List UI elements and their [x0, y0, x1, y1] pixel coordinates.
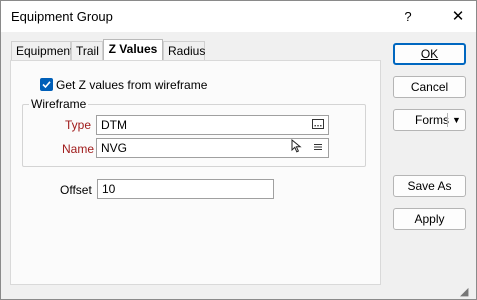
tab-equipment[interactable]: Equipment — [11, 41, 73, 60]
name-value: NVG — [101, 141, 128, 155]
tab-trail[interactable]: Trail — [71, 41, 103, 60]
equipment-group-dialog: Equipment Group ? ✕ Equipment Trail Z Va… — [0, 0, 477, 300]
resize-grip-icon[interactable]: ◢ — [460, 285, 468, 298]
chevron-down-icon[interactable]: ▼ — [452, 110, 461, 130]
save-as-button[interactable]: Save As — [393, 175, 466, 197]
save-as-button-label: Save As — [407, 179, 452, 193]
tab-radius[interactable]: Radius — [163, 41, 205, 60]
list-icon[interactable] — [311, 139, 325, 157]
cursor-pick-icon[interactable] — [290, 138, 304, 157]
name-field[interactable]: NVG — [96, 138, 329, 158]
close-button[interactable]: ✕ — [441, 1, 475, 32]
ok-button[interactable]: OK — [393, 43, 466, 65]
split-separator — [447, 113, 448, 127]
offset-label: Offset — [60, 183, 92, 197]
title-bar: Equipment Group ? ✕ — [1, 1, 476, 33]
tab-z-values[interactable]: Z Values — [103, 39, 163, 60]
get-z-from-wireframe-label: Get Z values from wireframe — [56, 78, 208, 92]
ellipsis-icon[interactable] — [311, 116, 325, 134]
forms-button-label: Forms — [415, 113, 449, 127]
name-label: Name — [62, 142, 95, 156]
cancel-button[interactable]: Cancel — [393, 76, 466, 98]
cancel-button-label: Cancel — [410, 80, 449, 94]
ok-button-label: OK — [420, 47, 439, 61]
checkmark-icon — [42, 81, 51, 89]
get-z-from-wireframe-checkbox[interactable] — [40, 78, 53, 91]
type-label: Type — [65, 118, 92, 132]
offset-value: 10 — [102, 182, 116, 196]
apply-button[interactable]: Apply — [393, 208, 466, 230]
forms-split-button[interactable]: Forms ▼ — [393, 109, 466, 131]
type-value: DTM — [101, 118, 127, 132]
help-button[interactable]: ? — [393, 1, 423, 32]
offset-field[interactable]: 10 — [97, 179, 274, 199]
apply-button-label: Apply — [414, 212, 445, 226]
z-values-panel — [10, 60, 381, 285]
window-title: Equipment Group — [11, 9, 113, 24]
wireframe-group-title: Wireframe — [29, 97, 89, 111]
type-field[interactable]: DTM — [96, 115, 329, 135]
